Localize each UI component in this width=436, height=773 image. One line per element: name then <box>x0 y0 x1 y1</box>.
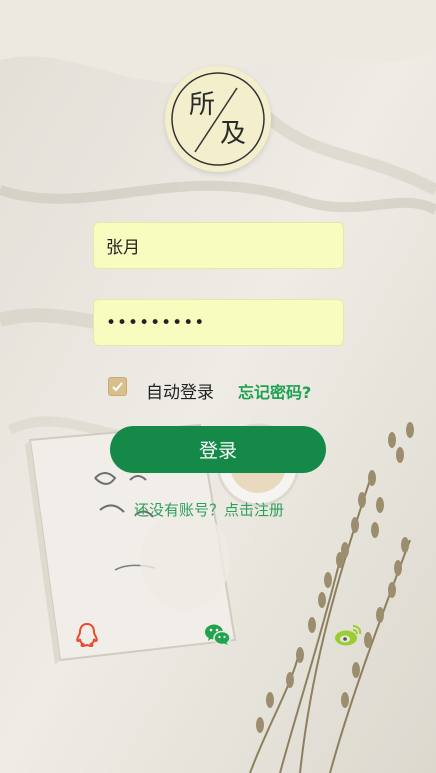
checkmark-icon <box>112 382 123 392</box>
wechat-login-button[interactable] <box>202 620 232 650</box>
login-button[interactable]: 登录 <box>110 426 326 473</box>
logo-char-top: 所 <box>189 90 216 120</box>
logo-ring <box>171 72 265 166</box>
auto-login-label: 自动登录 <box>146 383 214 403</box>
login-screen: 所 及 自动登录 忘记密码? 登录 还没有账号？点击注册 <box>0 0 436 773</box>
qq-icon <box>76 622 98 648</box>
app-logo: 所 及 <box>165 66 271 172</box>
wechat-icon <box>205 624 231 646</box>
username-input[interactable] <box>93 222 344 269</box>
logo-char-bottom: 及 <box>220 119 247 149</box>
weibo-login-button[interactable] <box>333 620 363 650</box>
password-input[interactable] <box>93 299 344 346</box>
auto-login-checkbox[interactable] <box>108 377 127 396</box>
weibo-icon <box>335 625 362 646</box>
forgot-password-link[interactable]: 忘记密码? <box>238 379 311 403</box>
register-link[interactable]: 还没有账号？点击注册 <box>134 499 284 520</box>
qq-login-button[interactable] <box>72 620 102 650</box>
